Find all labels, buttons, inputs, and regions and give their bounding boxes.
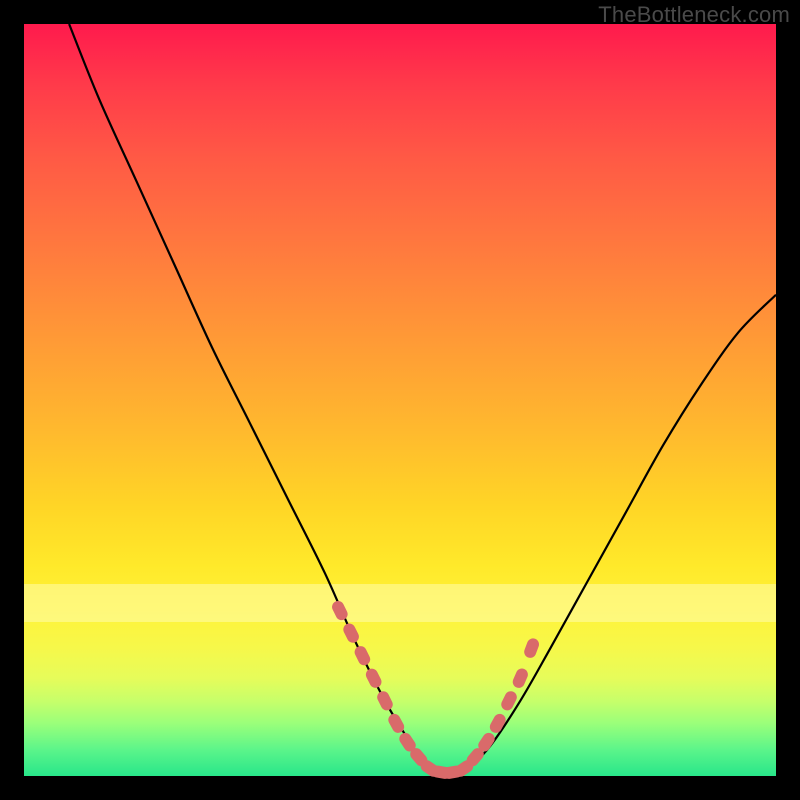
- overlay-dot: [375, 689, 395, 712]
- overlay-dot: [341, 621, 361, 644]
- bottleneck-curve: [69, 24, 776, 777]
- overlay-dot: [353, 644, 373, 667]
- curve-plot: [24, 24, 776, 776]
- overlay-dot: [364, 667, 384, 690]
- curve-group: [69, 24, 776, 777]
- overlay-dot: [330, 599, 350, 622]
- overlay-dot: [522, 637, 540, 660]
- overlay-dot: [511, 667, 530, 690]
- marker-group: [330, 599, 541, 780]
